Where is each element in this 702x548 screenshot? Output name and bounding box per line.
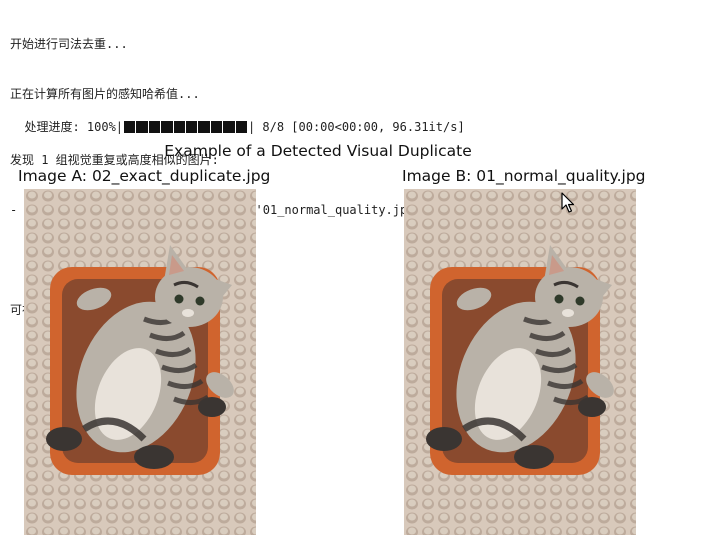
image-b-title: Image B: 01_normal_quality.jpg [402,167,646,185]
progress-block [161,121,173,134]
progress-line: 处理进度: 100%| | 8/8 [00:00<00:00, 96.31it/… [24,119,464,136]
image-b-photo [404,189,636,535]
progress-block [210,121,223,134]
progress-block [198,121,210,134]
progress-suffix: | 8/8 [00:00<00:00, 96.31it/s] [247,120,465,135]
figure-title: Example of a Detected Visual Duplicate [164,142,472,160]
progress-block [235,121,247,134]
console-line-start: 开始进行司法去重... [10,37,128,52]
progress-block [124,121,136,134]
progress-block [223,121,235,134]
image-a-photo [24,189,256,535]
progress-prefix: 处理进度: 100%| [24,120,124,135]
progress-block [148,121,161,134]
progress-block [173,121,185,134]
image-a-title: Image A: 02_exact_duplicate.jpg [18,167,271,185]
progress-block [136,121,148,134]
console-line-hashing: 正在计算所有图片的感知哈希值... [10,86,200,101]
mouse-pointer-icon [561,192,575,213]
progress-bar [124,121,247,134]
progress-block [185,121,198,134]
